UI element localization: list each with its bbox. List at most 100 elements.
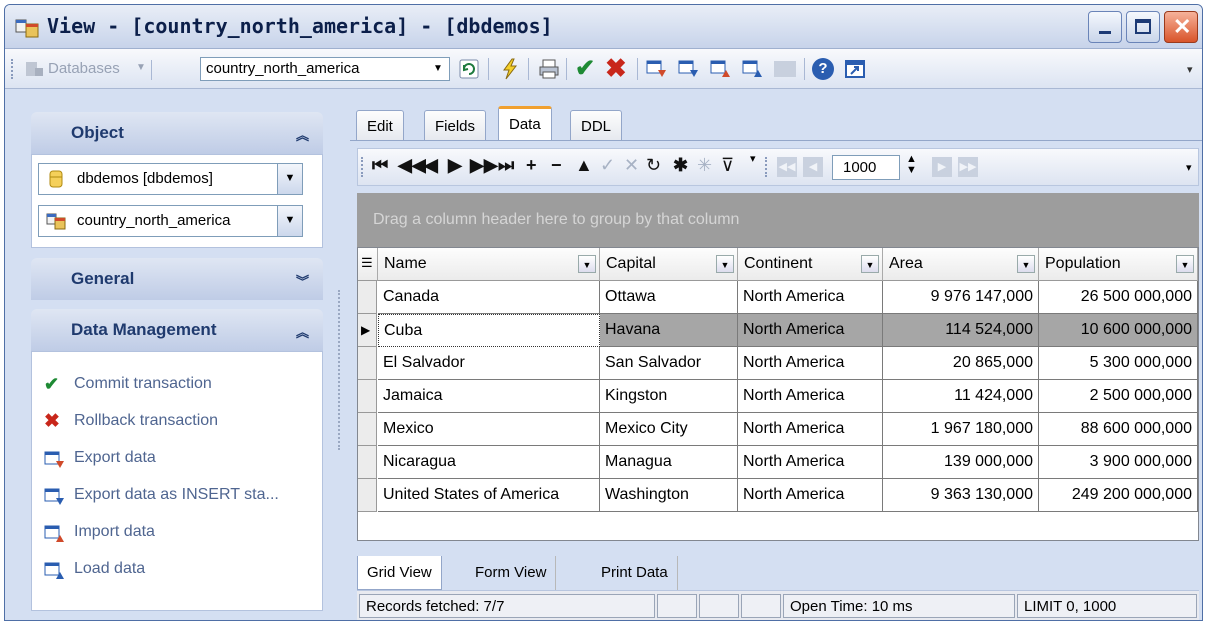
column-header-capital[interactable]: Capital ▼ (600, 248, 738, 281)
last-record-icon[interactable]: ⏭ (498, 155, 514, 176)
table-row[interactable]: El Salvador San Salvador North America 2… (358, 347, 1198, 380)
table-row[interactable]: United States of America Washington Nort… (358, 479, 1198, 512)
import-data-link[interactable]: Import data (44, 520, 155, 546)
export-data-icon[interactable] (646, 58, 668, 80)
chevron-down-icon[interactable]: ▼ (1017, 255, 1035, 273)
cell-continent[interactable]: North America (738, 347, 883, 380)
close-button[interactable]: ✕ (1164, 11, 1198, 43)
cell-area[interactable]: 20 865,000 (883, 347, 1039, 380)
table-row[interactable]: Canada Ottawa North America 9 976 147,00… (358, 281, 1198, 314)
cell-name[interactable]: Cuba (378, 314, 600, 347)
cell-area[interactable]: 9 363 130,000 (883, 479, 1039, 512)
chevron-down-icon[interactable]: ▼ (277, 206, 302, 236)
spin-icon[interactable]: ▲ ▼ (906, 154, 917, 176)
current-row-indicator-icon[interactable]: ▶ (358, 314, 377, 347)
table-row[interactable]: Nicaragua Managua North America 139 000,… (358, 446, 1198, 479)
load-data-link[interactable]: Load data (44, 557, 145, 583)
cell-area[interactable]: 11 424,000 (883, 380, 1039, 413)
prior-record-icon[interactable]: ◀ (424, 155, 438, 176)
page-limit-input[interactable]: 1000 (832, 155, 900, 180)
cell-name[interactable]: Canada (378, 281, 600, 314)
export-data-link[interactable]: Export data (44, 446, 156, 472)
export-insert-icon[interactable] (678, 58, 700, 80)
navigator-overflow-icon[interactable]: ▾ (750, 152, 756, 165)
refresh-records-icon[interactable]: ↻ (646, 155, 661, 176)
print-icon[interactable] (538, 58, 560, 80)
collapse-icon[interactable]: ︽ (296, 322, 309, 341)
cell-capital[interactable]: Kingston (600, 380, 738, 413)
tab-data[interactable]: Data (498, 106, 552, 141)
cell-capital[interactable]: Mexico City (600, 413, 738, 446)
toolbar-overflow-icon[interactable]: ▾ (1187, 63, 1193, 76)
table-row[interactable]: Mexico Mexico City North America 1 967 1… (358, 413, 1198, 446)
cell-area[interactable]: 139 000,000 (883, 446, 1039, 479)
object-select-left[interactable]: country_north_america ▼ (38, 205, 303, 237)
minimize-button[interactable] (1088, 11, 1122, 43)
data-management-section-header[interactable]: Data Management ︽ (31, 309, 323, 351)
cell-population[interactable]: 26 500 000,000 (1039, 281, 1198, 314)
column-header-name[interactable]: Name ▼ (378, 248, 600, 281)
import-data-icon[interactable] (710, 58, 732, 80)
column-header-population[interactable]: Population ▼ (1039, 248, 1198, 281)
cell-population[interactable]: 88 600 000,000 (1039, 413, 1198, 446)
column-header-continent[interactable]: Continent ▼ (738, 248, 883, 281)
help-icon[interactable]: ? (812, 58, 834, 80)
tab-fields[interactable]: Fields (424, 110, 487, 140)
object-section-header[interactable]: Object ︽ (31, 112, 323, 154)
maximize-button[interactable] (1126, 11, 1160, 43)
next-record-icon[interactable]: ▶ (448, 155, 462, 176)
toolbar-grip[interactable] (765, 157, 768, 177)
general-section-header[interactable]: General ︾ (31, 258, 323, 300)
next-page-icon[interactable]: ▶▶ (470, 155, 498, 176)
cell-population[interactable]: 10 600 000,000 (1039, 314, 1198, 347)
cell-name[interactable]: Mexico (378, 413, 600, 446)
tab-grid-view[interactable]: Grid View (357, 556, 442, 590)
insert-record-icon[interactable]: + (526, 155, 537, 176)
tab-ddl[interactable]: DDL (570, 110, 623, 140)
cell-population[interactable]: 249 200 000,000 (1039, 479, 1198, 512)
export-insert-link[interactable]: Export data as INSERT sta... (44, 483, 279, 509)
cell-area[interactable]: 9 976 147,000 (883, 281, 1039, 314)
cell-capital[interactable]: Washington (600, 479, 738, 512)
cell-area[interactable]: 1 967 180,000 (883, 413, 1039, 446)
cell-population[interactable]: 5 300 000,000 (1039, 347, 1198, 380)
row-indicator[interactable] (358, 380, 377, 413)
table-row[interactable]: Jamaica Kingston North America 11 424,00… (358, 380, 1198, 413)
cell-name[interactable]: El Salvador (378, 347, 600, 380)
navigator-overflow-icon[interactable]: ▾ (1186, 161, 1192, 174)
column-header-area[interactable]: Area ▼ (883, 248, 1039, 281)
chevron-down-icon[interactable]: ▼ (277, 164, 302, 194)
bookmark-icon[interactable]: ✱ (673, 155, 688, 176)
cell-capital[interactable]: Havana (600, 314, 738, 347)
rollback-icon[interactable]: ✖ (605, 53, 627, 84)
cell-population[interactable]: 2 500 000,000 (1039, 380, 1198, 413)
chevron-down-icon[interactable]: ▼ (861, 255, 879, 273)
commit-transaction-link[interactable]: ✔ Commit transaction (44, 372, 212, 398)
cell-capital[interactable]: Managua (600, 446, 738, 479)
chevron-down-icon[interactable]: ▼ (578, 255, 596, 273)
execute-icon[interactable] (499, 58, 521, 80)
group-by-panel[interactable]: Drag a column header here to group by th… (357, 193, 1199, 247)
cell-capital[interactable]: San Salvador (600, 347, 738, 380)
cell-name[interactable]: Jamaica (378, 380, 600, 413)
rollback-transaction-link[interactable]: ✖ Rollback transaction (44, 409, 218, 435)
commit-icon[interactable]: ✔ (575, 54, 595, 83)
restore-window-icon[interactable] (844, 58, 866, 80)
prior-page-icon[interactable]: ◀◀ (398, 155, 426, 176)
row-indicator[interactable] (358, 479, 377, 512)
refresh-icon[interactable] (458, 58, 480, 80)
cell-capital[interactable]: Ottawa (600, 281, 738, 314)
databases-dropdown[interactable]: Databases (48, 60, 120, 77)
column-customize-icon[interactable]: ☰ (358, 248, 378, 281)
row-indicator[interactable] (358, 281, 377, 314)
cell-area[interactable]: 114 524,000 (883, 314, 1039, 347)
load-data-icon[interactable] (742, 58, 764, 80)
cell-continent[interactable]: North America (738, 446, 883, 479)
collapse-icon[interactable]: ︽ (296, 125, 309, 144)
toolbar-grip[interactable] (361, 157, 364, 177)
row-indicator[interactable] (358, 347, 377, 380)
edit-record-icon[interactable]: ▲ (575, 155, 593, 176)
row-indicator[interactable] (358, 413, 377, 446)
chevron-down-icon[interactable]: ▼ (1176, 255, 1194, 273)
expand-icon[interactable]: ︾ (296, 271, 309, 290)
